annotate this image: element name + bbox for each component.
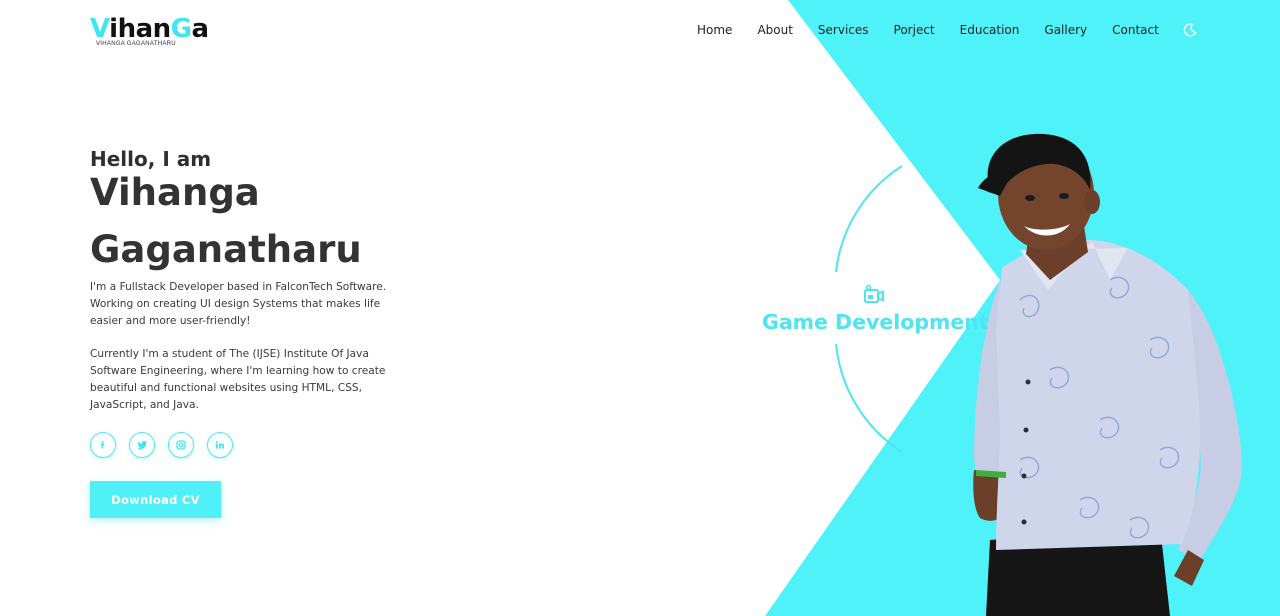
main-nav: Home About Services Porject Education Ga… [697, 21, 1198, 39]
nav-contact[interactable]: Contact [1112, 21, 1159, 39]
site-logo[interactable]: VihanGa VIHANGA GAGANATHARU [90, 14, 209, 47]
hero-section: Hello, I am Vihanga Gaganatharu I'm a Fu… [90, 146, 400, 518]
nav-gallery[interactable]: Gallery [1044, 21, 1087, 39]
linkedin-icon[interactable] [207, 432, 233, 458]
moon-icon[interactable] [1182, 22, 1198, 38]
nav-about[interactable]: About [757, 21, 792, 39]
hero-greeting: Hello, I am [90, 147, 212, 171]
social-links [90, 432, 400, 458]
video-camera-icon [864, 284, 884, 303]
service-label: Game Development [762, 310, 989, 334]
nav-education[interactable]: Education [960, 21, 1020, 39]
hero-first-name: Vihanga [90, 171, 260, 214]
service-card: Game Development [762, 284, 989, 335]
facebook-icon[interactable] [90, 432, 116, 458]
hero-description-2: Currently I'm a student of The (IJSE) In… [90, 348, 386, 411]
nav-project[interactable]: Porject [894, 21, 935, 39]
nav-home[interactable]: Home [697, 21, 732, 39]
download-cv-button[interactable]: Download CV [90, 481, 221, 518]
nav-services[interactable]: Services [818, 21, 869, 39]
hero-last-name: Gaganatharu [90, 228, 362, 271]
hero-description-1: I'm a Fullstack Developer based in Falco… [90, 281, 387, 327]
profile-photo [973, 133, 1243, 616]
twitter-icon[interactable] [129, 432, 155, 458]
instagram-icon[interactable] [168, 432, 194, 458]
